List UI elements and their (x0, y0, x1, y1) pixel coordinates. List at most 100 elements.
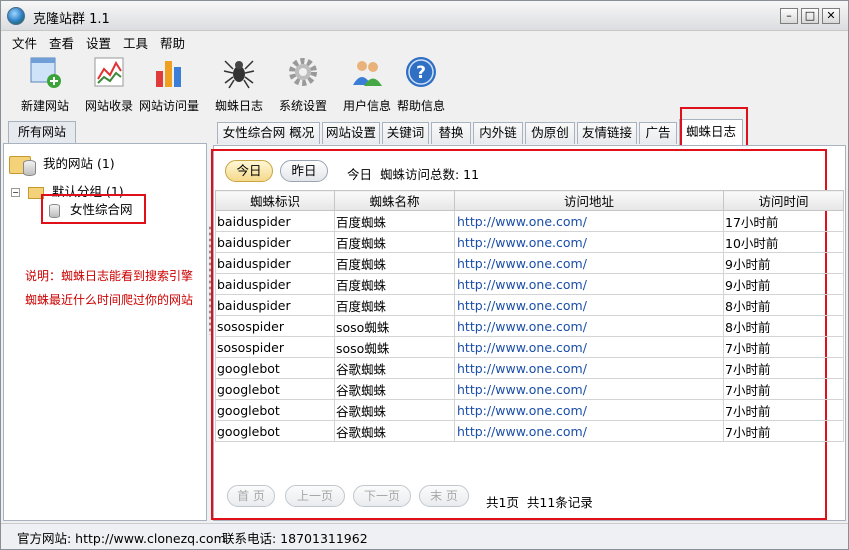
table-row[interactable]: sosospider soso蜘蛛 http://www.one.com/7小时前 (215, 336, 844, 358)
first-page-button[interactable]: 首 页 (227, 485, 275, 507)
cell-url[interactable]: http://www.one.com/ (454, 231, 724, 253)
site-index-icon (92, 55, 126, 89)
help-info-button[interactable]: ? 帮助信息 (395, 55, 447, 114)
window-title: 克隆站群 1.1 (33, 12, 110, 27)
cell-url[interactable]: http://www.one.com/ (454, 273, 724, 295)
cell-visit-time: 9小时前 (723, 252, 844, 274)
cell-spider-id: googlebot (215, 357, 335, 379)
system-settings-button[interactable]: 系统设置 (277, 55, 329, 114)
column-header-spider-name[interactable]: 蜘蛛名称 (334, 190, 455, 211)
cell-spider-name: 谷歌蜘蛛 (334, 378, 455, 400)
cell-url[interactable]: http://www.one.com/ (454, 336, 724, 358)
column-header-spider-id[interactable]: 蜘蛛标识 (215, 190, 335, 211)
tab-site-settings[interactable]: 网站设置 (322, 122, 380, 144)
next-page-button[interactable]: 下一页 (353, 485, 411, 507)
cell-visit-time: 7小时前 (723, 336, 844, 358)
tab-friend-links[interactable]: 友情链接 (577, 122, 637, 144)
cell-spider-id: googlebot (215, 378, 335, 400)
cell-visit-time: 7小时前 (723, 420, 844, 442)
table-row[interactable]: baiduspider 百度蜘蛛 http://www.one.com/9小时前 (215, 252, 844, 274)
minimize-button[interactable]: – (780, 8, 798, 24)
cell-url[interactable]: http://www.one.com/ (454, 315, 724, 337)
spider-log-table: 蜘蛛标识 蜘蛛名称 访问地址 访问时间 baiduspider 百度蜘蛛 http:… (215, 190, 844, 442)
app-window: 克隆站群 1.1 – □ ✕ 文件 查看 设置 工具 帮助 新建网站 网站收录 (0, 0, 849, 550)
collapse-icon[interactable]: − (11, 188, 20, 197)
site-traffic-icon (152, 55, 186, 89)
table-row[interactable]: baiduspider 百度蜘蛛 http://www.one.com/8小时前 (215, 294, 844, 316)
cell-visit-time: 9小时前 (723, 273, 844, 295)
close-button[interactable]: ✕ (822, 8, 840, 24)
gear-icon (286, 55, 320, 89)
table-row[interactable]: googlebot 谷歌蜘蛛 http://www.one.com/7小时前 (215, 357, 844, 379)
tab-pseudo-original[interactable]: 伪原创 (525, 122, 575, 144)
note-line-1: 说明：蜘蛛日志能看到搜索引擎 (25, 269, 194, 283)
menu-tools[interactable]: 工具 (123, 33, 148, 52)
cell-spider-name: 百度蜘蛛 (334, 210, 455, 232)
visit-summary: 今日 蜘蛛访问总数: 11 (347, 167, 480, 182)
cell-spider-id: sosospider (215, 315, 335, 337)
cell-spider-id: baiduspider (215, 273, 335, 295)
note-line-2: 蜘蛛最近什么时间爬过你的网站 (25, 293, 194, 307)
tree-root-label: 我的网站 (1) (42, 156, 115, 171)
last-page-button[interactable]: 末 页 (419, 485, 469, 507)
column-header-visit-time[interactable]: 访问时间 (723, 190, 844, 211)
cell-url[interactable]: http://www.one.com/ (454, 378, 724, 400)
table-row[interactable]: googlebot 谷歌蜘蛛 http://www.one.com/7小时前 (215, 399, 844, 421)
official-website: 官方网站: http://www.clonezq.com (17, 531, 226, 546)
cell-url[interactable]: http://www.one.com/ (454, 294, 724, 316)
spider-log-button[interactable]: 蜘蛛日志 (213, 55, 265, 114)
tab-keywords[interactable]: 关键词 (382, 122, 429, 144)
cell-spider-name: soso蜘蛛 (334, 336, 455, 358)
tab-replace[interactable]: 替换 (431, 122, 471, 144)
maximize-button[interactable]: □ (801, 8, 819, 24)
spider-icon (222, 55, 256, 89)
user-info-button[interactable]: 用户信息 (341, 55, 393, 114)
table-row[interactable]: sosospider soso蜘蛛 http://www.one.com/8小时前 (215, 315, 844, 337)
cell-url[interactable]: http://www.one.com/ (454, 399, 724, 421)
column-header-url[interactable]: 访问地址 (454, 190, 724, 211)
tab-links[interactable]: 内外链 (473, 122, 523, 144)
users-icon (350, 55, 384, 89)
today-filter-button[interactable]: 今日 (225, 160, 273, 182)
new-site-button[interactable]: 新建网站 (17, 55, 73, 114)
svg-text:?: ? (416, 63, 426, 83)
tab-ads[interactable]: 广告 (639, 122, 677, 144)
cell-url[interactable]: http://www.one.com/ (454, 252, 724, 274)
table-row[interactable]: baiduspider 百度蜘蛛 http://www.one.com/17小时前 (215, 210, 844, 232)
folder-database-icon (9, 154, 39, 176)
help-icon: ? (404, 55, 438, 89)
cell-spider-name: 谷歌蜘蛛 (334, 399, 455, 421)
menu-file[interactable]: 文件 (12, 33, 37, 52)
pager-summary: 共1页 共11条记录 (486, 495, 593, 510)
table-row[interactable]: googlebot 谷歌蜘蛛 http://www.one.com/7小时前 (215, 420, 844, 442)
cell-visit-time: 7小时前 (723, 399, 844, 421)
yesterday-filter-button[interactable]: 昨日 (280, 160, 328, 182)
cell-spider-id: baiduspider (215, 231, 335, 253)
cell-url[interactable]: http://www.one.com/ (454, 420, 724, 442)
cell-spider-id: baiduspider (215, 294, 335, 316)
cell-spider-id: sosospider (215, 336, 335, 358)
cell-spider-name: 谷歌蜘蛛 (334, 357, 455, 379)
cell-url[interactable]: http://www.one.com/ (454, 210, 724, 232)
tab-overview[interactable]: 女性综合网 概况 (217, 122, 320, 144)
tree-root[interactable]: 我的网站 (1) (9, 153, 115, 176)
menu-help[interactable]: 帮助 (160, 33, 185, 52)
prev-page-button[interactable]: 上一页 (285, 485, 345, 507)
cell-spider-id: baiduspider (215, 252, 335, 274)
site-index-button[interactable]: 网站收录 (83, 55, 135, 114)
cell-spider-id: googlebot (215, 420, 335, 442)
table-row[interactable]: baiduspider 百度蜘蛛 http://www.one.com/9小时前 (215, 273, 844, 295)
cell-visit-time: 17小时前 (723, 210, 844, 232)
cell-spider-name: 百度蜘蛛 (334, 273, 455, 295)
status-bar: 官方网站: http://www.clonezq.com 联系电话: 18701… (1, 523, 848, 549)
table-row[interactable]: baiduspider 百度蜘蛛 http://www.one.com/10小时前 (215, 231, 844, 253)
cell-spider-name: 百度蜘蛛 (334, 252, 455, 274)
table-row[interactable]: googlebot 谷歌蜘蛛 http://www.one.com/7小时前 (215, 378, 844, 400)
all-sites-tab[interactable]: 所有网站 (8, 121, 76, 143)
site-traffic-button[interactable]: 网站访问量 (137, 55, 201, 114)
cell-url[interactable]: http://www.one.com/ (454, 357, 724, 379)
menu-settings[interactable]: 设置 (86, 33, 111, 52)
cell-spider-name: 谷歌蜘蛛 (334, 420, 455, 442)
menu-view[interactable]: 查看 (49, 33, 74, 52)
cell-visit-time: 7小时前 (723, 357, 844, 379)
